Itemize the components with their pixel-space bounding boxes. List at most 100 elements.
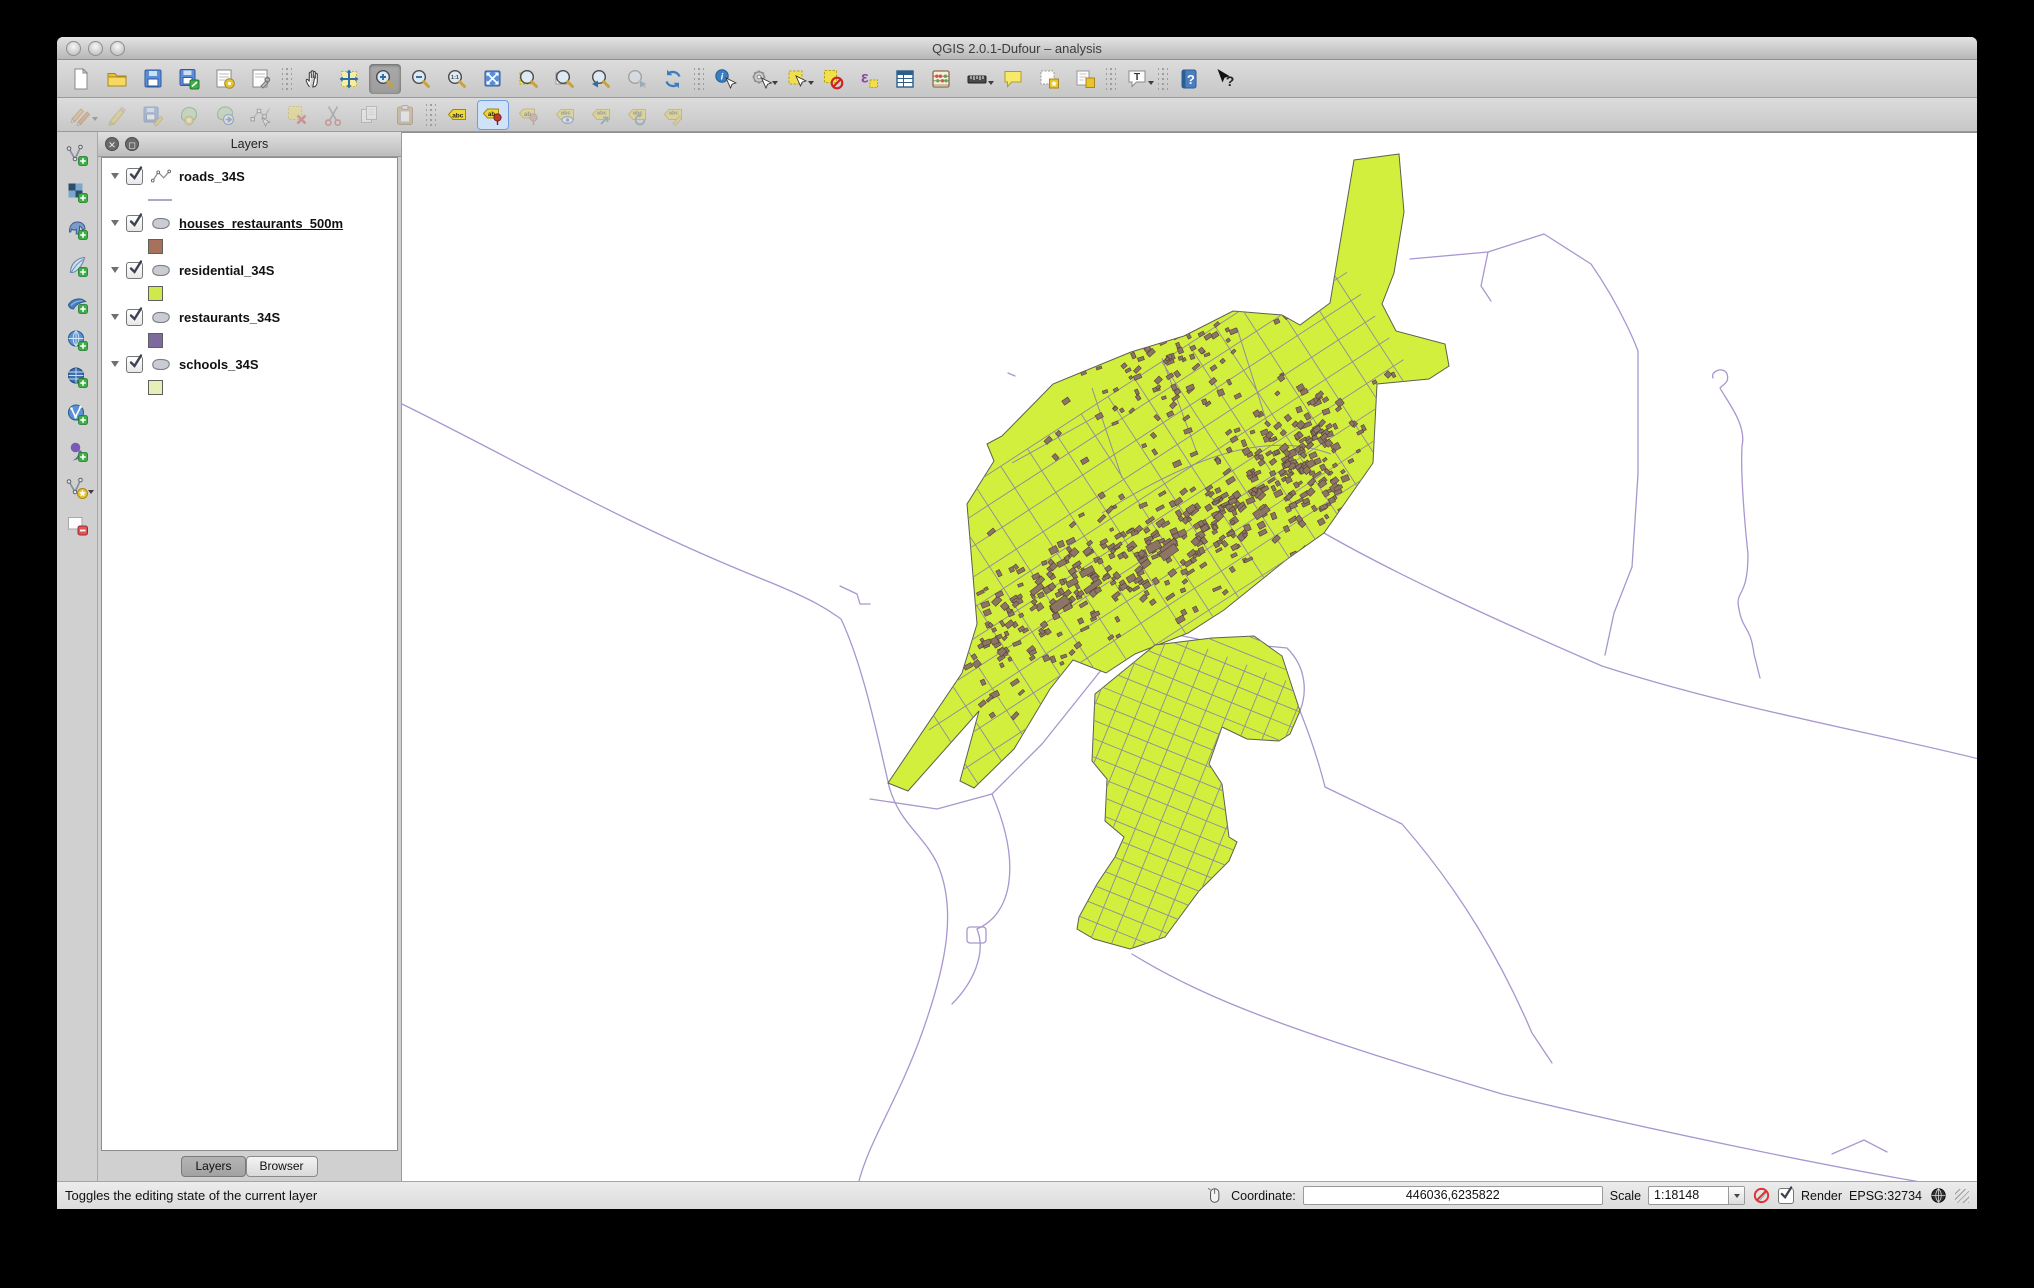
expander-icon[interactable] (111, 314, 119, 320)
layer-checkbox[interactable] (126, 215, 143, 232)
zoom-to-layer-button[interactable] (549, 64, 581, 94)
labeling-button[interactable] (441, 100, 473, 130)
rotate-label-button[interactable] (621, 100, 653, 130)
coordinate-input[interactable]: 446036,6235822 (1303, 1186, 1603, 1205)
minimize-button[interactable] (88, 41, 103, 56)
text-annotation-button[interactable] (1121, 64, 1153, 94)
add-wcs-layer-button[interactable] (61, 362, 93, 392)
map-canvas[interactable] (402, 132, 1977, 1181)
toggle-editing-button[interactable] (101, 100, 133, 130)
add-raster-layer-button[interactable] (61, 177, 93, 207)
cut-features-button[interactable] (317, 100, 349, 130)
panel-float-icon[interactable]: ◻ (125, 137, 139, 151)
expander-icon[interactable] (111, 220, 119, 226)
delete-selected-button[interactable] (281, 100, 313, 130)
layer-checkbox[interactable] (126, 168, 143, 185)
composer-manager-button[interactable] (245, 64, 277, 94)
new-bookmark-button[interactable] (1033, 64, 1065, 94)
copy-features-button[interactable] (353, 100, 385, 130)
save-layer-edits-button[interactable] (137, 100, 169, 130)
crs-status-icon[interactable] (1929, 1186, 1948, 1205)
copy-icon (357, 103, 381, 127)
zoom-native-button[interactable] (441, 64, 473, 94)
layer-item-residential_34S[interactable]: residential_34S (102, 258, 397, 282)
change-label-button[interactable] (657, 100, 689, 130)
add-postgis-layer-button[interactable] (61, 214, 93, 244)
move-feature-button[interactable] (209, 100, 241, 130)
pan-to-selection-button[interactable] (333, 64, 365, 94)
add-wfs-layer-button[interactable] (61, 399, 93, 429)
panel-close-icon[interactable]: ✕ (105, 137, 119, 151)
select-by-expression-button[interactable] (853, 64, 885, 94)
tab-layers[interactable]: Layers (181, 1156, 245, 1177)
layer-item-schools_34S[interactable]: schools_34S (102, 352, 397, 376)
dropdown-arrow-icon[interactable] (92, 117, 98, 121)
add-spatialite-layer-button[interactable] (61, 251, 93, 281)
current-edits-button[interactable] (65, 100, 97, 130)
layer-item-houses_restaurants_500m[interactable]: houses_restaurants_500m (102, 211, 397, 235)
resize-grip[interactable] (1955, 1189, 1969, 1203)
map-tips-button[interactable] (997, 64, 1029, 94)
pan-map-button[interactable] (297, 64, 329, 94)
add-feat-icon (177, 103, 201, 127)
add-feature-button[interactable] (173, 100, 205, 130)
stop-render-icon[interactable] (1752, 1186, 1771, 1205)
add-mssql-layer-button[interactable] (61, 288, 93, 318)
layer-checkbox[interactable] (126, 309, 143, 326)
zoom-out-button[interactable] (405, 64, 437, 94)
remove-layer-button[interactable] (61, 510, 93, 540)
add-vector-layer-button[interactable] (61, 140, 93, 170)
node-tool-button[interactable] (245, 100, 277, 130)
new-project-button[interactable] (65, 64, 97, 94)
highlight-pinned-labels-button[interactable] (513, 100, 545, 130)
add-delimited-text-layer-button[interactable] (61, 436, 93, 466)
zoom-button[interactable] (110, 41, 125, 56)
dropdown-arrow-icon[interactable] (1148, 81, 1154, 85)
whats-this-button[interactable] (1209, 64, 1241, 94)
zoom-next-button[interactable] (621, 64, 653, 94)
title-bar[interactable]: QGIS 2.0.1-Dufour – analysis (57, 37, 1977, 60)
paste-features-button[interactable] (389, 100, 421, 130)
dropdown-arrow-icon[interactable] (88, 490, 94, 494)
zoom-full-button[interactable] (477, 64, 509, 94)
show-hide-labels-button[interactable] (549, 100, 581, 130)
new-print-composer-button[interactable] (209, 64, 241, 94)
layer-checkbox[interactable] (126, 356, 143, 373)
zoom-last-button[interactable] (585, 64, 617, 94)
dropdown-arrow-icon[interactable] (808, 81, 814, 85)
layer-checkbox[interactable] (126, 262, 143, 279)
dropdown-arrow-icon[interactable] (772, 81, 778, 85)
tab-browser[interactable]: Browser (246, 1156, 318, 1177)
close-button[interactable] (66, 41, 81, 56)
refresh-map-button[interactable] (657, 64, 689, 94)
help-contents-button[interactable] (1173, 64, 1205, 94)
layer-item-roads_34S[interactable]: roads_34S (102, 164, 397, 188)
scale-combobox[interactable]: 1:18148 (1648, 1186, 1745, 1205)
zoom-to-selection-button[interactable] (513, 64, 545, 94)
add-wms-layer-button[interactable] (61, 325, 93, 355)
layer-item-restaurants_34S[interactable]: restaurants_34S (102, 305, 397, 329)
deselect-features-button[interactable] (817, 64, 849, 94)
scale-dropdown-icon[interactable] (1728, 1187, 1744, 1204)
select-features-button[interactable] (781, 64, 813, 94)
field-calculator-button[interactable] (925, 64, 957, 94)
new-shapefile-layer-button[interactable] (61, 473, 93, 503)
expander-icon[interactable] (111, 361, 119, 367)
open-project-button[interactable] (101, 64, 133, 94)
pin-unpin-labels-button[interactable] (477, 100, 509, 130)
run-feature-action-button[interactable] (745, 64, 777, 94)
measure-button[interactable] (961, 64, 993, 94)
expander-icon[interactable] (111, 267, 119, 273)
show-bookmarks-button[interactable] (1069, 64, 1101, 94)
mouse-position-toggle-icon[interactable] (1205, 1186, 1224, 1205)
zoom-in-button[interactable] (369, 64, 401, 94)
save-project-button[interactable] (137, 64, 169, 94)
ms-add-icon (65, 291, 89, 315)
expander-icon[interactable] (111, 173, 119, 179)
move-label-button[interactable] (585, 100, 617, 130)
open-attribute-table-button[interactable] (889, 64, 921, 94)
render-checkbox[interactable] (1778, 1188, 1794, 1204)
save-project-as-button[interactable] (173, 64, 205, 94)
identify-features-button[interactable] (709, 64, 741, 94)
dropdown-arrow-icon[interactable] (988, 81, 994, 85)
